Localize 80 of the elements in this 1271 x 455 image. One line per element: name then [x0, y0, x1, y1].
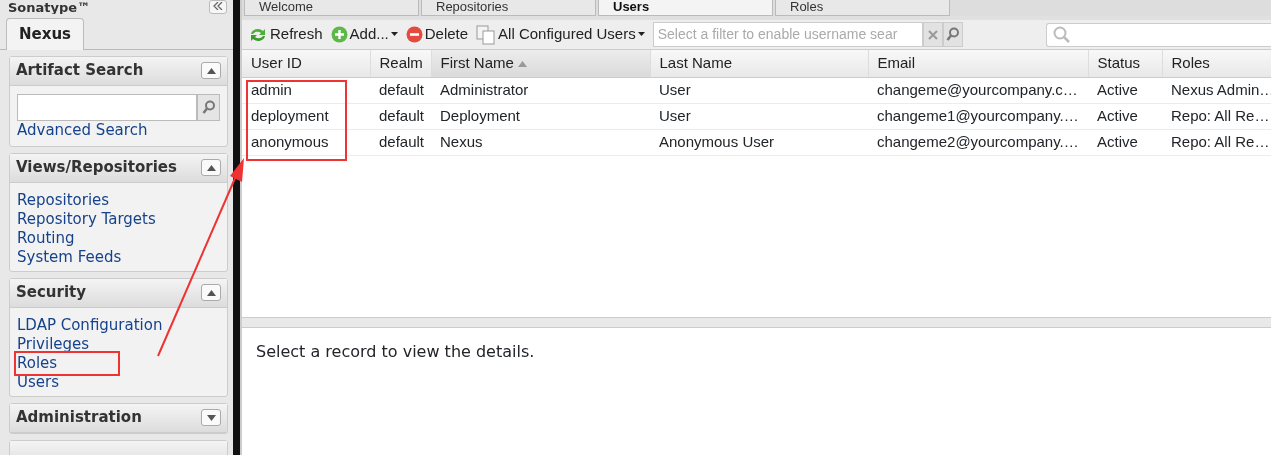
toggle-button[interactable] [201, 284, 221, 301]
column-header[interactable]: Email [868, 50, 1088, 77]
table-cell: default [370, 129, 431, 155]
column-header[interactable]: Last Name [650, 50, 868, 77]
toolbar-button[interactable]: Refresh [248, 23, 323, 46]
panel-header[interactable]: Views/Repositories [10, 153, 227, 183]
table-cell: default [370, 77, 431, 103]
panel-title: Views/Repositories [16, 157, 177, 179]
brand-title: Sonatype™ [8, 1, 91, 14]
table-cell: Active [1088, 77, 1162, 103]
close-icon [927, 29, 938, 40]
collapse-sidebar-button[interactable] [209, 0, 227, 14]
caret-icon [637, 32, 645, 37]
search-icon [945, 27, 960, 42]
column-header[interactable]: User ID [242, 50, 370, 77]
search-icon [201, 99, 216, 115]
tab[interactable]: Users [598, 0, 773, 16]
table-cell: User [650, 103, 868, 129]
search-button[interactable] [942, 22, 963, 47]
toggle-button[interactable] [201, 62, 221, 79]
table-cell: Active [1088, 103, 1162, 129]
collapse-icon [206, 289, 216, 296]
table-cell: anonymous [242, 129, 370, 155]
table-cell: Repo: All Re… [1162, 103, 1271, 129]
sidebar-tab[interactable]: Nexus [6, 18, 84, 50]
panel-title: Administration [16, 407, 142, 429]
table-cell: Deployment [431, 103, 650, 129]
expand-icon [206, 414, 216, 421]
panel-title: Security [16, 282, 87, 304]
nav-link[interactable]: Repositories [17, 190, 110, 210]
tab[interactable]: Repositories [421, 0, 596, 16]
column-header[interactable]: First Name [431, 50, 650, 77]
clear-button[interactable] [922, 22, 943, 47]
caret-icon [390, 32, 398, 37]
table-cell: default [370, 103, 431, 129]
nav-link[interactable]: Roles [17, 353, 118, 373]
table-cell: User [650, 77, 868, 103]
panel-header[interactable]: Administration [10, 403, 227, 433]
detail-message: Select a record to view the details. [256, 342, 535, 361]
table-cell: Nexus [431, 129, 650, 155]
toolbar-button[interactable]: All Configured Users [476, 23, 645, 46]
toolbar-button[interactable]: Add... [330, 23, 398, 46]
nav-link[interactable]: Repository Targets [17, 209, 156, 229]
table-cell: Repo: All Re… [1162, 129, 1271, 155]
panel-title: Artifact Search [16, 60, 144, 82]
table-cell: admin [242, 77, 370, 103]
table-cell: changeme2@yourcompany.… [868, 129, 1088, 155]
table-cell: Administrator [431, 77, 650, 103]
panel-header[interactable]: Artifact Search [10, 56, 227, 86]
collapse-icon [206, 164, 216, 171]
column-header[interactable]: Roles [1162, 50, 1271, 77]
table-cell: Active [1088, 129, 1162, 155]
column-header[interactable]: Realm [370, 50, 431, 77]
table-cell: deployment [242, 103, 370, 129]
nav-link[interactable]: Privileges [17, 334, 90, 354]
copy-icon [476, 24, 497, 45]
filter-field[interactable]: Select a filter to enable username sear [652, 22, 923, 47]
plus-icon [330, 26, 348, 43]
table-cell: changeme@yourcompany.c… [868, 77, 1088, 103]
tab[interactable]: Welcome [244, 0, 419, 16]
nav-link[interactable]: LDAP Configuration [17, 315, 163, 335]
column-header[interactable]: Status [1088, 50, 1162, 77]
search-icon [1053, 25, 1071, 44]
toggle-button[interactable] [201, 159, 221, 176]
nav-link[interactable]: System Feeds [17, 247, 122, 267]
table-cell: changeme1@yourcompany.… [868, 103, 1088, 129]
search-button[interactable] [197, 93, 220, 121]
double-chevron-icon [213, 2, 223, 10]
toolbar-button[interactable]: Delete [405, 23, 469, 46]
collapse-icon [206, 67, 216, 74]
nav-link[interactable]: Routing [17, 228, 75, 248]
search-field[interactable] [1046, 22, 1271, 47]
nav-link[interactable]: Advanced Search [17, 120, 148, 140]
search-field[interactable] [17, 93, 197, 121]
tab[interactable]: Roles [775, 0, 950, 16]
panel-header[interactable]: Security [10, 278, 227, 308]
toggle-button[interactable] [201, 409, 221, 426]
table-cell: Anonymous User [650, 129, 868, 155]
nav-link[interactable]: Users [17, 372, 59, 392]
minus-icon [405, 26, 423, 43]
